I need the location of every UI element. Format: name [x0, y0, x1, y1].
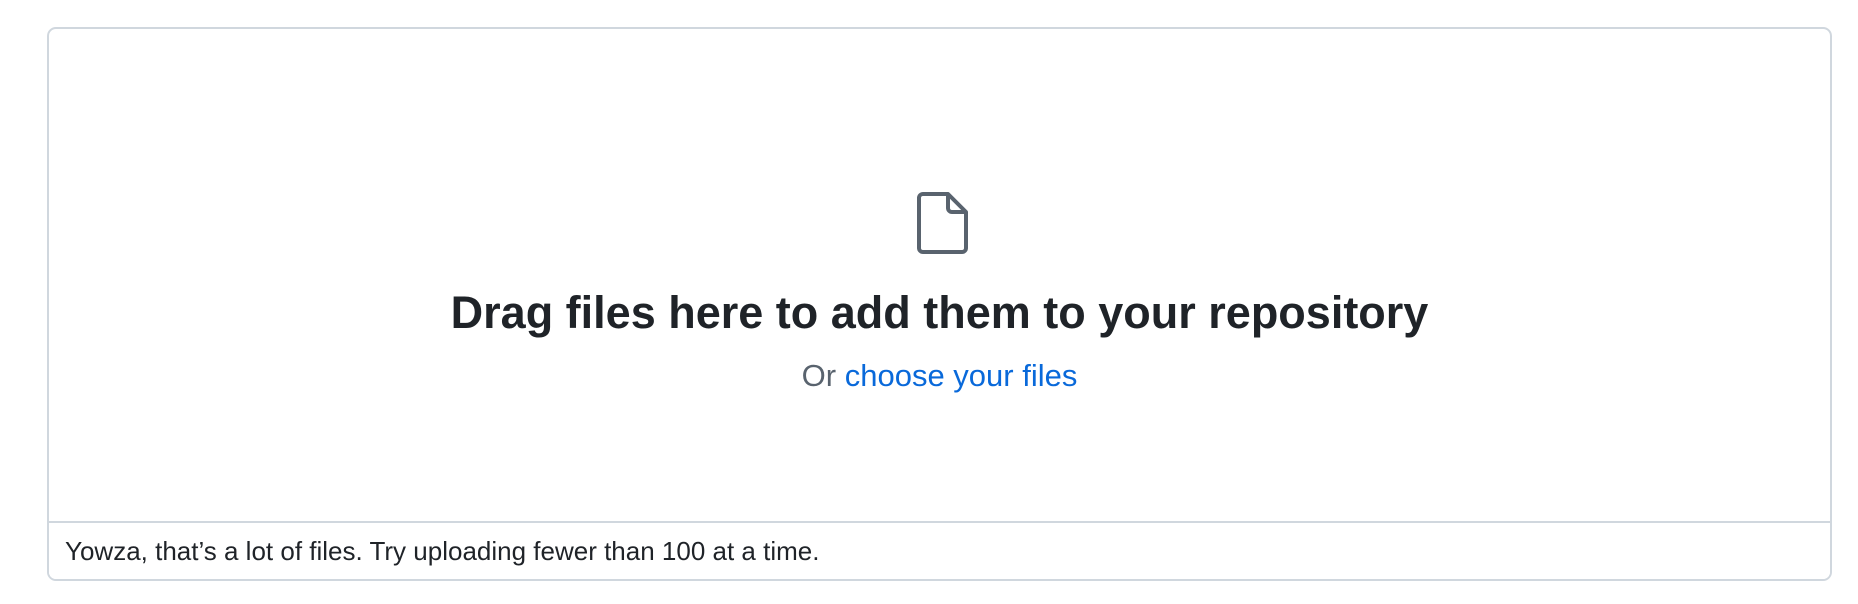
drop-zone[interactable]: Drag files here to add them to your repo…	[49, 29, 1830, 523]
choose-files-link[interactable]: choose your files	[845, 358, 1078, 393]
drop-zone-title: Drag files here to add them to your repo…	[450, 287, 1429, 338]
upload-error-message: Yowza, that’s a lot of files. Try upload…	[49, 523, 1830, 579]
or-label: Or	[801, 358, 837, 393]
file-icon	[915, 191, 969, 255]
drop-zone-subtext: Or choose your files	[49, 356, 1830, 396]
file-upload-box[interactable]: Drag files here to add them to your repo…	[47, 27, 1832, 581]
